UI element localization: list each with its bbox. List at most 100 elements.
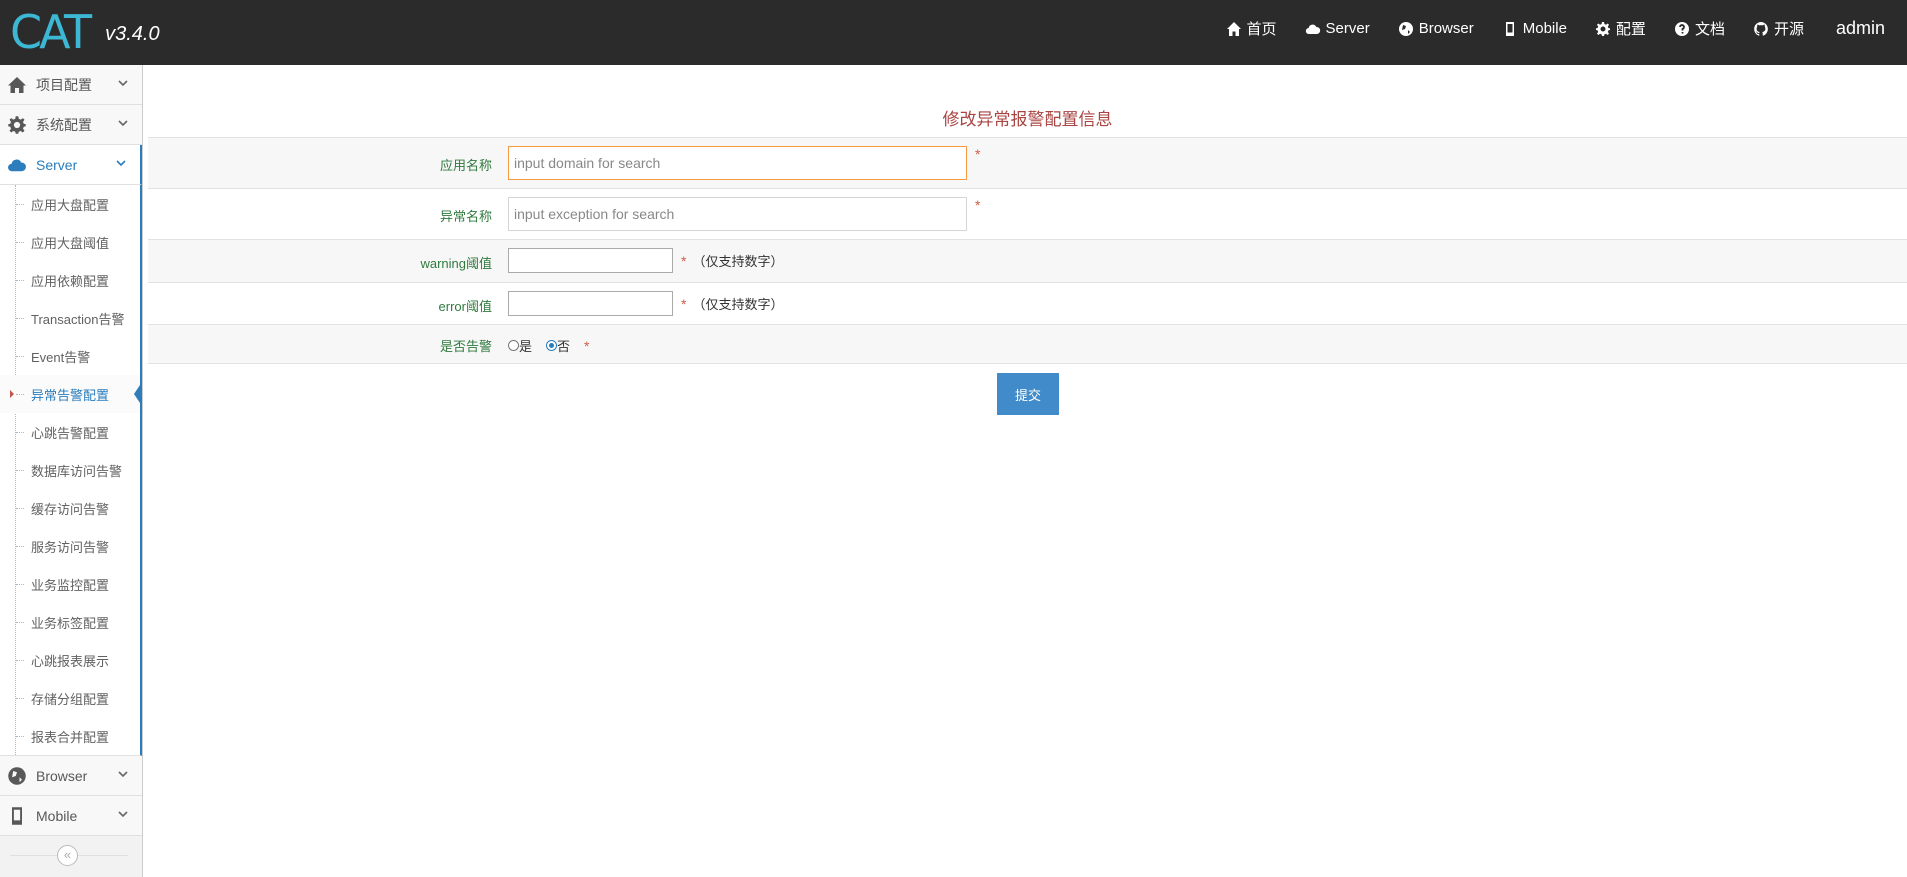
warning-label: warning阈值 [420, 256, 492, 271]
sidebar-item-exception-alert-config[interactable]: 异常告警配置 [0, 375, 142, 413]
sidebar-item-browser[interactable]: Browser [0, 756, 142, 796]
sidebar-item-server[interactable]: Server [0, 145, 142, 185]
brand[interactable]: CAT v3.4.0 [10, 6, 160, 58]
nav-mobile-label: Mobile [1522, 20, 1567, 37]
required-marker: * [975, 197, 981, 213]
exception-label: 异常名称 [439, 209, 492, 224]
nav-browser[interactable]: Browser [1384, 0, 1488, 57]
sidebar-item-business-monitor-config[interactable]: 业务监控配置 [0, 565, 140, 603]
sidebar-item-label: 项目配置 [36, 76, 92, 93]
domain-input[interactable] [508, 146, 967, 180]
nav-mobile[interactable]: Mobile [1488, 0, 1581, 57]
nav-server[interactable]: Server [1291, 0, 1384, 57]
domain-label: 应用名称 [439, 158, 492, 173]
chevron-down-icon [118, 80, 128, 87]
numeric-hint: （仅支持数字） [692, 254, 784, 269]
collapse-sidebar-button[interactable]: « [57, 845, 78, 866]
user-menu[interactable]: admin [1818, 0, 1907, 57]
alarm-yes-label: 是 [519, 339, 533, 354]
nav-opensource-label: 开源 [1773, 21, 1804, 38]
sidebar-item-label: 服务访问告警 [31, 539, 110, 555]
sidebar-item-event-alert[interactable]: Event告警 [0, 337, 140, 375]
nav-server-label: Server [1325, 20, 1370, 37]
github-icon [1754, 21, 1768, 36]
sidebar-item-label: 应用大盘配置 [31, 197, 110, 213]
nav-opensource[interactable]: 开源 [1739, 0, 1818, 57]
sidebar-item-database-access-alert[interactable]: 数据库访问告警 [0, 451, 140, 489]
mobile-icon [12, 806, 22, 825]
numeric-hint: （仅支持数字） [692, 297, 784, 312]
question-icon [1674, 21, 1689, 36]
sidebar-item-label: 数据库访问告警 [31, 463, 123, 479]
sidebar-item-system-config[interactable]: 系统配置 [0, 105, 142, 145]
sidebar-item-mobile[interactable]: Mobile [0, 796, 142, 836]
gear-icon [8, 115, 26, 134]
chevron-down-icon [116, 160, 126, 167]
warning-field-wrap: * （仅支持数字） [508, 248, 783, 273]
form-row-warning: warning阈值 * （仅支持数字） [148, 239, 1907, 283]
globe-icon [1398, 21, 1413, 36]
sidebar-item-label: Server [36, 156, 78, 173]
required-marker: * [681, 295, 687, 312]
globe-icon [8, 766, 26, 785]
nav-docs[interactable]: 文档 [1660, 0, 1739, 57]
sidebar-item-cache-access-alert[interactable]: 缓存访问告警 [0, 489, 140, 527]
sidebar-item-label: Transaction告警 [31, 311, 125, 327]
submit-button[interactable]: 提交 [997, 373, 1059, 415]
sidebar-item-project-config[interactable]: 项目配置 [0, 65, 142, 105]
sidebar-item-label: 心跳报表展示 [31, 653, 110, 669]
sidebar-item-label: Browser [36, 767, 88, 784]
nav-docs-label: 文档 [1694, 21, 1725, 38]
sidebar-collapse-bar: « [0, 836, 142, 874]
server-submenu: 应用大盘配置 应用大盘阈值 应用依赖配置 Transaction告警 Event… [0, 185, 142, 756]
sidebar-item-label: 应用大盘阈值 [31, 235, 110, 251]
domain-field-wrap: * [508, 146, 980, 180]
sidebar-item-label: Event告警 [31, 349, 91, 365]
sidebar-item-heartbeat-report[interactable]: 心跳报表展示 [0, 641, 140, 679]
sidebar-item-app-dashboard-threshold[interactable]: 应用大盘阈值 [0, 223, 140, 261]
home-icon [8, 76, 26, 93]
nav-config-label: 配置 [1615, 21, 1646, 38]
cat-logo: CAT [10, 5, 92, 59]
form-row-error: error阈值 * （仅支持数字） [148, 282, 1907, 325]
error-threshold-input[interactable] [508, 291, 673, 316]
version-label: v3.4.0 [105, 22, 160, 45]
sidebar-item-app-dashboard-config[interactable]: 应用大盘配置 [0, 185, 140, 223]
alarm-label: 是否告警 [439, 339, 492, 354]
sidebar-item-label: Mobile [36, 807, 78, 824]
nav-home[interactable]: 首页 [1212, 0, 1291, 57]
nav-home-label: 首页 [1246, 21, 1277, 38]
sidebar: 项目配置 系统配置 Server 应用大盘配置 应用大盘阈值 应用依赖配置 Tr… [0, 65, 143, 877]
alarm-radio-group: 是 否 * [508, 336, 589, 355]
sidebar-item-heartbeat-alert-config[interactable]: 心跳告警配置 [0, 413, 140, 451]
sidebar-item-report-merge-config[interactable]: 报表合并配置 [0, 717, 140, 755]
form-row-exception: 异常名称 * [148, 188, 1907, 239]
form-row-alarm: 是否告警 是 否 * [148, 324, 1907, 364]
nav-config[interactable]: 配置 [1581, 0, 1660, 57]
sidebar-item-business-tag-config[interactable]: 业务标签配置 [0, 603, 140, 641]
sidebar-item-label: 业务标签配置 [31, 615, 110, 631]
top-navbar: CAT v3.4.0 首页 Server Browser Mobile 配置 文… [0, 0, 1907, 65]
alarm-no-radio[interactable] [546, 340, 558, 351]
page-title: 修改异常报警配置信息 [942, 110, 1113, 129]
exception-input[interactable] [508, 197, 967, 231]
cloud-icon [1305, 24, 1320, 34]
sidebar-item-storage-group-config[interactable]: 存储分组配置 [0, 679, 140, 717]
exception-field-wrap: * [508, 197, 980, 231]
error-field-wrap: * （仅支持数字） [508, 291, 783, 316]
warning-threshold-input[interactable] [508, 248, 673, 273]
alarm-yes-radio[interactable] [508, 340, 519, 351]
sidebar-item-label: 报表合并配置 [31, 729, 110, 745]
sidebar-item-transaction-alert[interactable]: Transaction告警 [0, 299, 140, 337]
gear-icon [1595, 21, 1610, 36]
error-label: error阈值 [438, 299, 492, 314]
sidebar-item-label: 存储分组配置 [31, 691, 110, 707]
sidebar-item-label: 系统配置 [36, 116, 92, 133]
active-pointer [134, 382, 142, 406]
top-nav-menu: 首页 Server Browser Mobile 配置 文档 开源 admin [1212, 0, 1907, 57]
sidebar-item-service-access-alert[interactable]: 服务访问告警 [0, 527, 140, 565]
sidebar-item-app-dependency-config[interactable]: 应用依赖配置 [0, 261, 140, 299]
sidebar-item-label: 缓存访问告警 [31, 501, 110, 517]
sidebar-item-label: 异常告警配置 [31, 387, 110, 403]
sidebar-item-label: 心跳告警配置 [31, 425, 110, 441]
